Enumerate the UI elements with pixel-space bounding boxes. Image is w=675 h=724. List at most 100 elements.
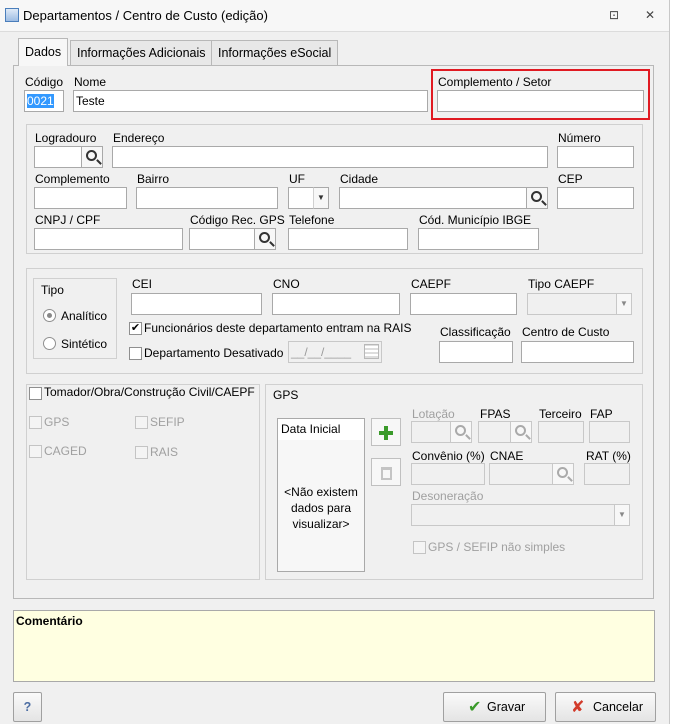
- comentario-label: Comentário: [16, 614, 83, 628]
- uf-select[interactable]: [288, 187, 314, 209]
- checkmark-icon: ✔: [468, 699, 482, 716]
- tomador-checkbox[interactable]: [29, 387, 42, 400]
- complemento-label: Complemento: [35, 172, 110, 186]
- cnae-input[interactable]: [489, 463, 553, 485]
- trash-icon: [381, 467, 392, 480]
- codigo-rec-gps-label: Código Rec. GPS: [190, 213, 285, 227]
- cep-input[interactable]: [557, 187, 634, 209]
- close-button[interactable]: ✕: [643, 8, 657, 22]
- cep-label: CEP: [558, 172, 583, 186]
- endereco-input[interactable]: [112, 146, 548, 168]
- comentario-textarea[interactable]: Comentário: [13, 610, 655, 682]
- cnpj-label: CNPJ / CPF: [35, 213, 101, 227]
- cod-municipio-input[interactable]: [418, 228, 539, 250]
- caged-checkbox[interactable]: [29, 445, 42, 458]
- uf-label: UF: [289, 172, 305, 186]
- desativado-label: Departamento Desativado: [144, 346, 284, 360]
- search-icon: [515, 425, 526, 436]
- desativado-checkbox[interactable]: [129, 347, 142, 360]
- gps-checkbox[interactable]: [29, 416, 42, 429]
- codigo-rec-gps-input[interactable]: [189, 228, 255, 250]
- cnae-search-button[interactable]: [553, 463, 574, 485]
- numero-label: Número: [558, 131, 601, 145]
- search-icon: [259, 232, 270, 243]
- tab-informacoes-adicionais[interactable]: Informações Adicionais: [70, 40, 213, 65]
- tipo-label: Tipo: [41, 283, 64, 297]
- check-icon: ✔: [130, 322, 141, 334]
- lotacao-input[interactable]: [411, 421, 451, 443]
- cno-input[interactable]: [272, 293, 400, 315]
- fpas-input[interactable]: [478, 421, 511, 443]
- codigo-input[interactable]: 0021: [24, 90, 64, 112]
- bairro-input[interactable]: [136, 187, 278, 209]
- logradouro-search-button[interactable]: [82, 146, 103, 168]
- tipo-caepf-label: Tipo CAEPF: [528, 277, 595, 291]
- nao-simples-label: GPS / SEFIP não simples: [428, 540, 566, 554]
- desoneracao-select[interactable]: [411, 504, 616, 526]
- caged-check-label: CAGED: [44, 444, 87, 458]
- analitico-label: Analítico: [61, 309, 108, 323]
- chevron-down-icon[interactable]: ▼: [313, 187, 329, 209]
- cancelar-button[interactable]: ✘ Cancelar: [555, 692, 656, 722]
- add-button[interactable]: [371, 418, 401, 446]
- rais-checkbox[interactable]: ✔: [129, 322, 142, 335]
- tipo-caepf-select[interactable]: [527, 293, 618, 315]
- codigo-value: 0021: [27, 94, 54, 108]
- sefip-checkbox[interactable]: [135, 416, 148, 429]
- gps-grid-header[interactable]: Data Inicial: [277, 418, 365, 441]
- rais-tomador-check-label: RAIS: [150, 445, 179, 459]
- cei-label: CEI: [132, 277, 153, 291]
- cnpj-input[interactable]: [34, 228, 183, 250]
- telefone-input[interactable]: [288, 228, 408, 250]
- sefip-check-label: SEFIP: [150, 415, 185, 429]
- logradouro-input[interactable]: [34, 146, 82, 168]
- nome-input[interactable]: Teste: [73, 90, 428, 112]
- complemento-setor-input[interactable]: [437, 90, 644, 112]
- search-icon: [557, 467, 568, 478]
- fap-input[interactable]: [589, 421, 630, 443]
- plus-icon-vertical: [384, 426, 388, 440]
- cei-input[interactable]: [131, 293, 262, 315]
- complemento-input[interactable]: [34, 187, 127, 209]
- chevron-down-icon[interactable]: ▼: [614, 504, 630, 526]
- delete-button[interactable]: [371, 458, 401, 486]
- cidade-search-button[interactable]: [527, 187, 548, 209]
- rat-input[interactable]: [584, 463, 630, 485]
- tab-informacoes-esocial[interactable]: Informações eSocial: [211, 40, 339, 65]
- cod-municipio-label: Cód. Município IBGE: [419, 213, 532, 227]
- rat-label: RAT (%): [586, 449, 631, 463]
- terceiro-input[interactable]: [538, 421, 584, 443]
- fpas-label: FPAS: [480, 407, 511, 421]
- fap-label: FAP: [590, 407, 613, 421]
- nao-simples-checkbox[interactable]: [413, 541, 426, 554]
- codigo-rec-gps-search-button[interactable]: [255, 228, 276, 250]
- help-button[interactable]: ?: [13, 692, 42, 722]
- rais-tomador-checkbox[interactable]: [135, 446, 148, 459]
- fpas-search-button[interactable]: [511, 421, 532, 443]
- tab-dados[interactable]: Dados: [18, 38, 69, 66]
- caepf-input[interactable]: [410, 293, 517, 315]
- centro-custo-input[interactable]: [521, 341, 634, 363]
- rais-label: Funcionários deste departamento entram n…: [144, 321, 412, 335]
- tomador-group: [26, 384, 260, 580]
- cidade-input[interactable]: [339, 187, 527, 209]
- lotacao-search-button[interactable]: [451, 421, 472, 443]
- gps-grid[interactable]: <Não existem dados para visualizar>: [277, 440, 365, 572]
- radio-analitico[interactable]: [43, 309, 56, 322]
- calendar-icon[interactable]: [364, 344, 379, 359]
- centro-custo-label: Centro de Custo: [522, 325, 610, 339]
- restore-button[interactable]: ⊡: [607, 8, 621, 22]
- gravar-button[interactable]: ✔ Gravar: [443, 692, 546, 722]
- codigo-label: Código: [25, 75, 64, 89]
- convenio-input[interactable]: [411, 463, 485, 485]
- radio-sintetico[interactable]: [43, 337, 56, 350]
- endereco-label: Endereço: [113, 131, 165, 145]
- classificacao-input[interactable]: [439, 341, 513, 363]
- caepf-label: CAEPF: [411, 277, 452, 291]
- chevron-down-icon[interactable]: ▼: [616, 293, 632, 315]
- cancelar-label: Cancelar: [593, 700, 644, 714]
- numero-input[interactable]: [557, 146, 634, 168]
- gps-check-label: GPS: [44, 415, 70, 429]
- cnae-label: CNAE: [490, 449, 524, 463]
- search-icon: [531, 191, 542, 202]
